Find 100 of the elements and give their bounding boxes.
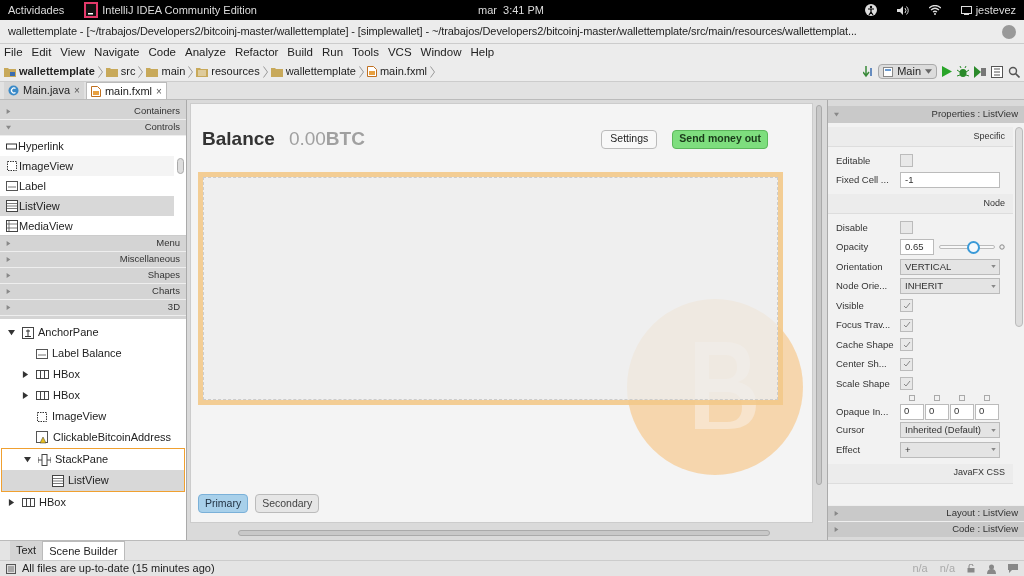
text-field[interactable]: 0.65 [900,239,934,256]
file-icon [8,85,19,96]
checkbox[interactable] [900,357,913,371]
menu-item[interactable]: Edit [31,44,52,62]
text-field[interactable]: 0 [975,403,999,420]
tree-item[interactable]: HBox [0,492,186,513]
scrollbar-thumb[interactable] [816,105,822,485]
tree-item[interactable]: ClickableBitcoinAddress [0,427,186,448]
check-icon [902,301,911,310]
menu-item[interactable]: Navigate [94,44,140,62]
accordion-header[interactable]: Properties : ListView [828,106,1024,123]
inset-side-icon [984,394,990,401]
property-label: Disable [836,220,869,235]
scrollbar-thumb[interactable] [238,530,770,536]
breadcrumb-item[interactable]: src [120,63,136,80]
dropdown[interactable]: VERTICAL [900,258,1000,275]
close-tab-button[interactable]: × [74,83,80,98]
menu-item[interactable]: View [60,44,86,62]
menu-item[interactable]: Build [287,44,313,62]
close-tab-button[interactable]: × [156,83,162,99]
app-name[interactable]: IntelliJ IDEA Community Edition [102,1,257,19]
breadcrumb-item[interactable]: wallettemplate [19,63,95,80]
slider-thumb[interactable] [966,240,980,254]
accordion-header[interactable]: Controls [0,120,186,136]
property-label: Opaque In... [836,405,890,420]
scrollbar-thumb[interactable] [1014,127,1023,327]
run-configuration-dropdown[interactable]: Main [878,64,937,79]
menu-item[interactable]: Window [420,44,462,62]
dropdown[interactable]: + [900,441,1000,458]
tree-item[interactable]: HBox [0,385,186,406]
library-item[interactable]: ListView [0,196,174,216]
toggle-button[interactable]: Secondary [255,494,320,513]
module-folder-icon [4,66,16,77]
checkbox[interactable] [900,221,913,235]
editor-mode-tab[interactable]: Scene Builder [42,541,125,560]
breadcrumb-item[interactable]: wallettemplate [285,63,356,80]
text-field[interactable]: 0 [925,403,949,420]
settings-button[interactable]: Settings [601,129,658,149]
tree-item[interactable]: ListView [2,470,184,491]
menu-item[interactable]: Analyze [184,44,226,62]
chevron-icon [188,65,194,78]
folder-icon [146,66,159,77]
menu-item[interactable]: Refactor [234,44,279,62]
editor-tab[interactable]: main.fxml × [85,82,167,99]
activities-button[interactable]: Actividades [8,1,65,19]
clock[interactable]: mar 3:41 PM [478,1,545,19]
accordion-header[interactable]: Layout : ListView [828,505,1024,521]
checkbox[interactable] [900,299,913,313]
menu-item[interactable]: VCS [387,44,412,62]
accordion-header[interactable]: 3D [0,300,186,316]
label-icon [6,181,18,191]
editor-mode-tab[interactable]: Text [10,541,43,560]
hbox-icon [36,370,49,379]
collapsed-triangle-icon [6,109,11,114]
text-field[interactable]: -1 [900,172,1000,189]
checkbox[interactable] [900,154,913,168]
library-item[interactable]: ImageView [0,156,174,176]
send-money-button[interactable]: Send money out [672,129,768,149]
chevron-icon [97,65,103,78]
menu-item[interactable]: Code [148,44,176,62]
tree-item[interactable]: ImageView [0,406,186,427]
menu-item[interactable]: File [4,44,23,62]
breadcrumb-item[interactable]: main.fxml [379,63,427,80]
checkbox[interactable] [900,318,913,332]
breadcrumb-item[interactable]: main [161,63,186,80]
dropdown[interactable]: INHERIT [900,278,1000,295]
close-button[interactable] [1002,24,1016,39]
scrollbar-thumb[interactable] [177,158,184,174]
property-label: Center Sh... [836,357,888,372]
tree-item[interactable]: Label Balance [0,343,186,364]
menu-item[interactable]: Help [470,44,495,62]
tree-item[interactable]: HBox [0,364,186,385]
checkbox[interactable] [900,338,913,352]
accordion-header[interactable]: Miscellaneous [0,252,186,268]
menu-item[interactable]: Tools [352,44,379,62]
menu-item[interactable]: Run [321,44,344,62]
dropdown[interactable]: Inherited (Default) [900,422,1000,439]
caret-icon [991,284,996,288]
section-title: Node [983,196,1005,210]
check-icon [902,321,911,330]
accordion-header[interactable]: Containers [0,104,186,120]
search-icon [1008,65,1020,78]
accordion-header[interactable]: Menu [0,236,186,252]
project-structure-icon [991,65,1003,78]
expanded-triangle-icon [24,456,31,463]
text-field[interactable]: 0 [950,403,974,420]
accordion-header[interactable]: Shapes [0,268,186,284]
user-menu[interactable]: jestevez [975,1,1016,19]
slider-track[interactable] [939,240,995,254]
accordion-header[interactable]: Code : ListView [828,521,1024,537]
checkbox[interactable] [900,377,913,391]
status-readout: n/a [912,561,928,576]
chevron-icon [262,65,268,78]
toggle-button[interactable]: Primary [198,494,249,513]
tree-item[interactable]: AnchorPane [0,322,186,343]
breadcrumb-item[interactable]: resources [211,63,260,80]
editor-tab[interactable]: Main.java × [4,82,84,99]
accordion-header[interactable]: Charts [0,284,186,300]
text-field[interactable]: 0 [900,403,924,420]
tree-item[interactable]: StackPane [2,449,184,470]
